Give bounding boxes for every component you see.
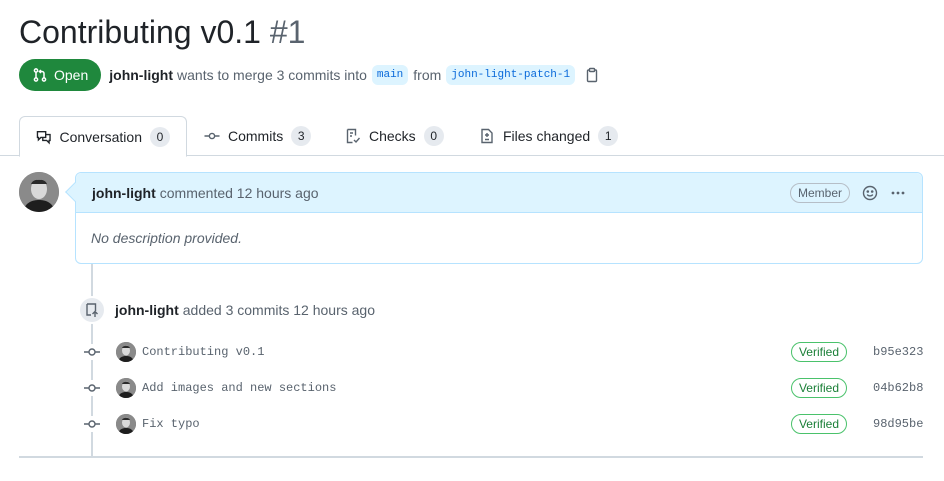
tab-conversation[interactable]: Conversation 0 — [19, 116, 187, 157]
commit-row: Contributing v0.1 Verified b95e323 — [82, 340, 923, 364]
commit-sha[interactable]: 04b62b8 — [873, 381, 923, 395]
head-branch[interactable]: john-light-patch-1 — [446, 65, 576, 85]
tab-label: Conversation — [59, 128, 143, 145]
from-text: from — [413, 67, 442, 83]
event-author[interactable]: john-light — [115, 302, 179, 318]
author-link[interactable]: john-light — [109, 67, 173, 83]
comment-body: No description provided. — [91, 230, 242, 246]
verified-badge[interactable]: Verified — [790, 378, 847, 398]
commit-sha[interactable]: b95e323 — [873, 345, 923, 359]
avatar[interactable] — [116, 378, 136, 398]
verified-badge[interactable]: Verified — [790, 414, 847, 434]
role-badge: Member — [789, 182, 850, 203]
comment-discussion-icon — [36, 130, 51, 144]
commit-message[interactable]: Add images and new sections — [142, 381, 336, 395]
tab-counter: 3 — [291, 126, 312, 146]
commit-sha[interactable]: 98d95be — [873, 417, 923, 431]
verified-badge[interactable]: Verified — [790, 342, 847, 362]
tab-label: Checks — [369, 128, 416, 144]
avatar[interactable] — [116, 342, 136, 362]
commit-row: Add images and new sections Verified 04b… — [82, 376, 923, 400]
event-badge — [78, 296, 106, 324]
timeline-divider — [19, 456, 923, 458]
state-label: Open — [54, 67, 89, 83]
commits-event: john-light added 3 commits 12 hours ago — [115, 302, 375, 318]
pr-title-text: Contributing v0.1 — [19, 14, 261, 50]
git-commit-icon — [82, 344, 102, 360]
tab-commits[interactable]: Commits 3 — [188, 116, 327, 156]
kebab-horizontal-icon[interactable] — [890, 185, 906, 201]
copy-icon[interactable] — [584, 67, 600, 83]
event-description: added 3 commits 12 hours ago — [182, 302, 375, 318]
file-diff-icon — [481, 128, 493, 144]
base-branch[interactable]: main — [371, 65, 409, 85]
avatar[interactable] — [19, 172, 59, 212]
tab-checks[interactable]: Checks 0 — [329, 116, 460, 156]
tab-counter: 0 — [150, 126, 170, 147]
tab-counter: 0 — [423, 126, 444, 146]
commit-message[interactable]: Contributing v0.1 — [142, 345, 264, 359]
tab-label: Files changed — [503, 128, 591, 144]
comment-author[interactable]: john-light — [92, 185, 156, 201]
comment-box: john-light commented 12 hours ago Member… — [65, 172, 923, 264]
repo-push-icon — [86, 303, 98, 317]
tab-counter: 1 — [598, 126, 619, 146]
commit-message[interactable]: Fix typo — [142, 417, 200, 431]
git-commit-icon — [204, 132, 220, 140]
comment-header: john-light commented 12 hours ago Member — [76, 173, 922, 213]
tab-files-changed[interactable]: Files changed 1 — [463, 116, 634, 156]
state-badge: Open — [19, 59, 102, 91]
git-commit-icon — [82, 416, 102, 432]
avatar[interactable] — [116, 414, 136, 434]
commit-row: Fix typo Verified 98d95be — [82, 412, 923, 436]
pr-tabs: Conversation 0 Commits 3 Checks 0 Files … — [0, 116, 944, 157]
user-avatar-image — [19, 172, 59, 212]
pr-meta: Open john-light wants to merge 3 commits… — [19, 59, 600, 91]
merge-summary: john-light wants to merge 3 commits into… — [109, 65, 600, 85]
checklist-icon — [346, 128, 361, 144]
git-commit-icon — [82, 380, 102, 396]
smiley-icon[interactable] — [862, 185, 878, 201]
pr-title: Contributing v0.1 #1 — [19, 12, 305, 52]
pr-number: #1 — [269, 14, 306, 50]
merge-text: wants to merge 3 commits into — [177, 67, 367, 83]
comment-timestamp[interactable]: commented 12 hours ago — [160, 185, 319, 201]
git-pull-request-icon — [33, 68, 47, 82]
tab-label: Commits — [228, 128, 284, 144]
